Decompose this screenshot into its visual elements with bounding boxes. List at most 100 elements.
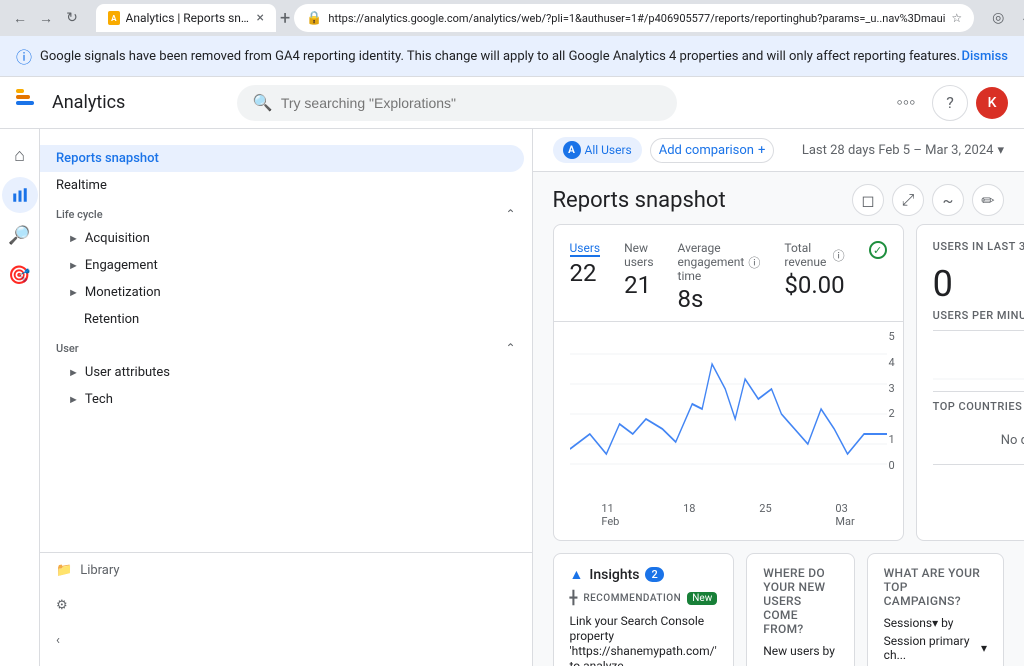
expand-icon-2: ► [68, 259, 79, 272]
y-label-0: 0 [888, 459, 894, 472]
avatar[interactable]: K [976, 87, 1008, 119]
sidebar-item-retention-label: Retention [68, 312, 139, 327]
dismiss-button[interactable]: Dismiss [961, 49, 1008, 64]
metric-users[interactable]: Users 22 [570, 241, 601, 321]
share-report-button[interactable]: ◻ [852, 184, 884, 216]
sidebar-item-tech[interactable]: ► Tech [40, 386, 532, 413]
metric-new-users[interactable]: New users 21 [624, 241, 653, 321]
analytics-logo [16, 89, 44, 117]
sidebar-section-user[interactable]: User ⌃ [40, 333, 532, 359]
realtime-countries-header: TOP COUNTRIES USERS [917, 392, 1024, 417]
realtime-chart-svg [933, 339, 1024, 383]
logo-bar-medium [16, 95, 30, 99]
page-title: Reports snapshot [553, 188, 726, 213]
insights-header-row: ▲ Insights 2 [554, 554, 734, 591]
metric-status-check: ✓ [869, 241, 887, 321]
apps-grid-button[interactable]: ◦◦◦ [888, 85, 924, 121]
realtime-no-data: No data available [917, 417, 1024, 464]
sidebar-item-engagement[interactable]: ► Engagement [40, 252, 532, 279]
sidebar-settings-item[interactable]: ⚙ [40, 588, 532, 623]
campaigns-subheader-row[interactable]: Sessions▾ by [868, 616, 1003, 634]
search-bar[interactable]: 🔍 [237, 85, 677, 121]
bookmark-icon[interactable]: ☆ [951, 11, 962, 25]
refresh-button[interactable]: ↻ [60, 6, 84, 30]
main-layout: ⌂ 🔎 🎯 Reports snapshot Realtime Life cyc… [0, 129, 1024, 666]
date-range-selector[interactable]: Last 28 days Feb 5 – Mar 3, 2024 ▾ [802, 143, 1004, 158]
recommendation-label: RECOMMENDATION [583, 593, 681, 604]
search-icon: 🔍 [253, 93, 273, 112]
sidebar-item-acquisition[interactable]: ► Acquisition [40, 225, 532, 252]
metric-revenue[interactable]: Total revenue ⓘ $0.00 [784, 241, 844, 321]
new-badge: New [687, 592, 717, 605]
sidebar-library-item[interactable]: 📁 Library [40, 553, 532, 588]
view-realtime-link[interactable]: View realtime → [917, 465, 1024, 497]
browser-chrome: ← → ↻ A Analytics | Reports snapshot × +… [0, 0, 1024, 36]
header-actions: ◦◦◦ ? K [888, 85, 1008, 121]
edit-button[interactable]: ✏ [972, 184, 1004, 216]
download-button[interactable]: ⇓ [1014, 6, 1024, 30]
campaigns-channel-row[interactable]: Session primary ch... ▾ [868, 634, 1003, 666]
content-area: A All Users Add comparison + Last 28 day… [533, 129, 1024, 666]
expand-icon-4: ► [68, 366, 79, 379]
y-label-4: 4 [888, 356, 894, 369]
share-button[interactable]: ⤢ [892, 184, 924, 216]
engagement-info-icon[interactable]: ⓘ [748, 254, 760, 271]
sidebar-footer: 📁 Library ⚙ ‹ [40, 552, 532, 658]
insights-badge: 2 [645, 567, 663, 582]
nav-explore-icon[interactable]: 🔎 [2, 217, 38, 253]
add-small-icon: ╋ [570, 591, 578, 606]
app-header: Analytics 🔍 ◦◦◦ ? K [0, 77, 1024, 129]
insights-title: Insights [589, 567, 639, 583]
x-label-25: 25 [759, 502, 771, 528]
tab-close-button[interactable]: × [257, 10, 264, 26]
insights-text: Link your Search Console property 'https… [570, 608, 717, 666]
metric-engagement[interactable]: Average engagement time ⓘ 8s [678, 241, 761, 321]
top-countries-label: TOP COUNTRIES [933, 400, 1023, 413]
all-users-label: All Users [585, 143, 632, 157]
sidebar-section-lifecycle[interactable]: Life cycle ⌃ [40, 199, 532, 225]
nav-advertising-icon[interactable]: 🎯 [2, 257, 38, 293]
nav-reports-icon[interactable] [2, 177, 38, 213]
all-users-badge[interactable]: A All Users [553, 137, 642, 163]
expand-icon-5: ► [68, 393, 79, 406]
nav-home-icon[interactable]: ⌂ [2, 137, 38, 173]
collapse-icon: ‹ [56, 633, 60, 648]
campaigns-channel-text: Session primary ch... [884, 634, 977, 662]
help-button[interactable]: ? [932, 85, 968, 121]
sidebar-item-acquisition-label: Acquisition [85, 231, 150, 246]
browser-action-buttons: ◎ ⇓ 👤 ⋮ [986, 6, 1024, 30]
metric-revenue-value: $0.00 [784, 271, 844, 299]
user-section-label: User [56, 342, 79, 355]
sidebar-item-retention[interactable]: Retention [40, 306, 532, 333]
realtime-mini-chart [917, 331, 1024, 391]
browser-tab[interactable]: A Analytics | Reports snapshot × [96, 4, 276, 32]
compare-button[interactable]: ~ [932, 184, 964, 216]
search-input[interactable] [281, 95, 661, 111]
revenue-info-icon[interactable]: ⓘ [833, 247, 845, 264]
tab-title: Analytics | Reports snapshot [126, 11, 251, 25]
browser-controls: ← → ↻ [8, 6, 84, 30]
realtime-header: USERS IN LAST 30 MINUTES ✓ ▾ [917, 225, 1024, 263]
new-users-card: WHERE DO YOUR NEW USERS COME FROM? New u… [746, 553, 854, 666]
new-tab-button[interactable]: + [280, 4, 290, 32]
forward-button[interactable]: → [34, 6, 58, 30]
extensions-button[interactable]: ◎ [986, 6, 1010, 30]
insights-body: Link your Search Console property 'https… [554, 614, 734, 666]
lifecycle-label: Life cycle [56, 208, 103, 221]
sidebar-item-user-attributes-label: User attributes [85, 365, 170, 380]
address-bar[interactable]: 🔒 https://analytics.google.com/analytics… [294, 4, 974, 32]
y-label-1: 1 [888, 433, 894, 446]
sidebar-item-realtime[interactable]: Realtime [40, 172, 524, 199]
sidebar-content: Reports snapshot Realtime Life cycle ⌃ ►… [40, 129, 533, 666]
user-chevron-icon: ⌃ [505, 341, 515, 355]
sidebar-collapse-item[interactable]: ‹ [40, 623, 532, 658]
sidebar-item-reports-snapshot-label: Reports snapshot [56, 151, 159, 166]
sidebar-item-monetization[interactable]: ► Monetization [40, 279, 532, 306]
sidebar-item-user-attributes[interactable]: ► User attributes [40, 359, 532, 386]
notification-bar: ⓘ Google signals have been removed from … [0, 36, 1024, 77]
sidebar-item-reports-snapshot[interactable]: Reports snapshot [40, 145, 524, 172]
y-label-3: 3 [888, 382, 894, 395]
add-comparison-button[interactable]: Add comparison + [650, 138, 775, 163]
back-button[interactable]: ← [8, 6, 32, 30]
metric-revenue-label: Total revenue ⓘ [784, 241, 844, 269]
